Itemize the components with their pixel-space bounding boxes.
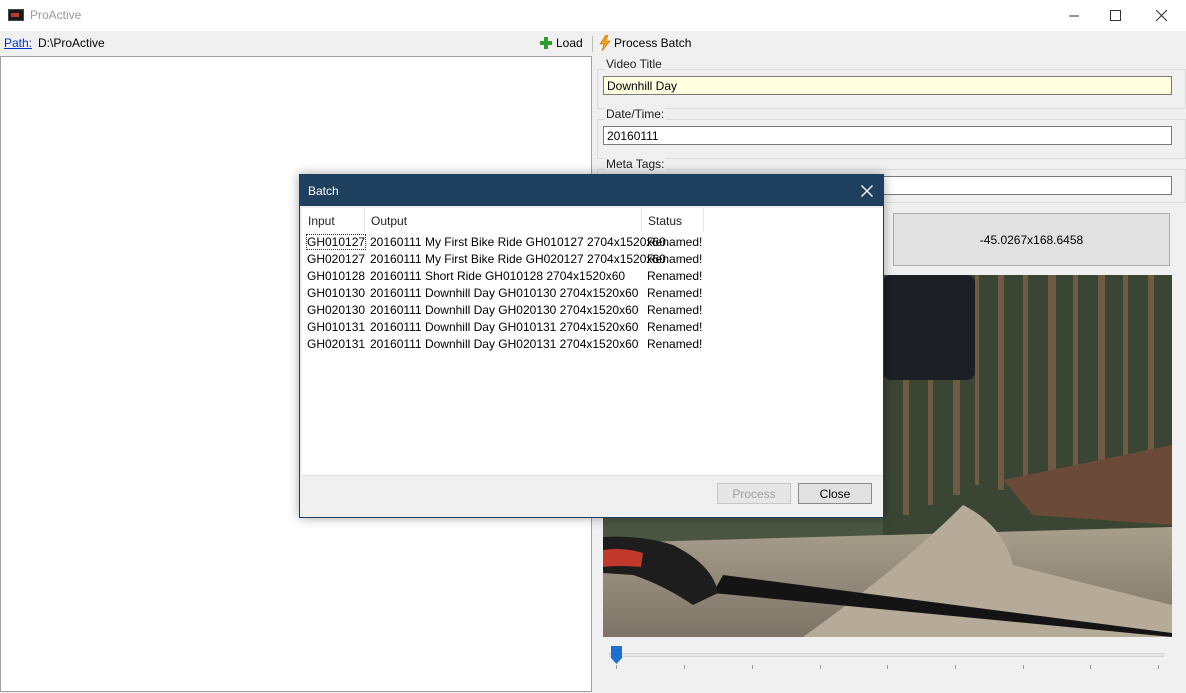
video-title-input[interactable]: Downhill Day bbox=[603, 76, 1172, 95]
column-input[interactable]: Input bbox=[302, 208, 365, 232]
cell-input: GH010130 bbox=[307, 286, 366, 300]
process-batch-label: Process Batch bbox=[614, 36, 692, 50]
timeline-tick bbox=[887, 665, 888, 669]
cell-status: Renamed! bbox=[647, 252, 703, 266]
list-header: Input Output Status bbox=[302, 208, 883, 232]
table-row[interactable]: GH020127 20160111 My First Bike Ride GH0… bbox=[302, 251, 883, 268]
cell-input: GH010128 bbox=[307, 269, 366, 283]
path-link[interactable]: Path: bbox=[4, 36, 32, 50]
datetime-label: Date/Time: bbox=[605, 107, 666, 121]
lightning-icon bbox=[599, 35, 611, 51]
dialog-title: Batch bbox=[308, 184, 339, 198]
cell-status: Renamed! bbox=[647, 320, 703, 334]
video-timeline-track[interactable] bbox=[609, 653, 1164, 657]
cell-input: GH020130 bbox=[307, 303, 366, 317]
batch-list[interactable]: Input Output Status GH010127 20160111 My… bbox=[302, 208, 883, 476]
table-row[interactable]: GH010131 20160111 Downhill Day GH010131 … bbox=[302, 319, 883, 336]
table-row[interactable]: GH010128 20160111 Short Ride GH010128 27… bbox=[302, 268, 883, 285]
cell-status: Renamed! bbox=[647, 286, 703, 300]
minimize-icon[interactable] bbox=[1051, 0, 1097, 31]
timeline-tick bbox=[752, 665, 753, 669]
load-button[interactable]: Load bbox=[539, 34, 583, 52]
table-row[interactable]: GH020130 20160111 Downhill Day GH020130 … bbox=[302, 302, 883, 319]
window-title: ProActive bbox=[30, 8, 82, 22]
cell-output: 20160111 Short Ride GH010128 2704x1520x6… bbox=[370, 269, 626, 283]
column-output[interactable]: Output bbox=[365, 208, 642, 232]
table-row[interactable]: GH010127 20160111 My First Bike Ride GH0… bbox=[302, 234, 883, 251]
timeline-tick bbox=[820, 665, 821, 669]
maximize-icon[interactable] bbox=[1092, 0, 1138, 31]
cell-output: 20160111 Downhill Day GH020130 2704x1520… bbox=[370, 303, 639, 317]
batch-dialog: Batch Input Output Status GH010127 20160… bbox=[299, 174, 884, 518]
timeline-tick bbox=[955, 665, 956, 669]
process-button[interactable]: Process bbox=[717, 483, 791, 504]
cell-output: 20160111 Downhill Day GH010130 2704x1520… bbox=[370, 286, 639, 300]
app-icon bbox=[8, 9, 24, 21]
cell-output: 20160111 Downhill Day GH020131 2704x1520… bbox=[370, 337, 639, 351]
column-status[interactable]: Status bbox=[642, 208, 704, 232]
timeline-tick bbox=[1090, 665, 1091, 669]
cell-status: Renamed! bbox=[647, 269, 703, 283]
dialog-titlebar: Batch bbox=[300, 175, 883, 206]
table-row[interactable]: GH010130 20160111 Downhill Day GH010130 … bbox=[302, 285, 883, 302]
datetime-input[interactable]: 20160111 bbox=[603, 126, 1172, 145]
timeline-tick bbox=[1158, 665, 1159, 669]
dialog-close-icon[interactable] bbox=[851, 175, 883, 206]
table-row[interactable]: GH020131 20160111 Downhill Day GH020131 … bbox=[302, 336, 883, 353]
coordinates-button[interactable]: -45.0267x168.6458 bbox=[893, 213, 1170, 266]
cell-input: GH020131 bbox=[307, 337, 366, 351]
cell-status: Renamed! bbox=[647, 235, 703, 249]
meta-tags-label: Meta Tags: bbox=[605, 157, 666, 171]
coordinates-value: -45.0267x168.6458 bbox=[979, 232, 1084, 247]
toolbar-separator bbox=[592, 36, 593, 52]
cell-input: GH010127 bbox=[305, 234, 367, 250]
window-titlebar: ProActive bbox=[0, 0, 1186, 31]
cell-status: Renamed! bbox=[647, 337, 703, 351]
load-label: Load bbox=[556, 36, 583, 50]
timeline-tick bbox=[684, 665, 685, 669]
cell-output: 20160111 My First Bike Ride GH010127 270… bbox=[370, 235, 666, 249]
timeline-thumb[interactable] bbox=[611, 646, 622, 664]
timeline-tick bbox=[1023, 665, 1024, 669]
cell-input: GH010131 bbox=[307, 320, 366, 334]
timeline-tick bbox=[616, 665, 617, 669]
cell-input: GH020127 bbox=[307, 252, 366, 266]
close-icon[interactable] bbox=[1138, 0, 1184, 31]
video-title-label: Video Title bbox=[605, 57, 663, 71]
plus-icon bbox=[539, 36, 553, 50]
cell-status: Renamed! bbox=[647, 303, 703, 317]
process-batch-button[interactable]: Process Batch bbox=[599, 34, 691, 52]
cell-output: 20160111 Downhill Day GH010131 2704x1520… bbox=[370, 320, 639, 334]
close-button[interactable]: Close bbox=[798, 483, 872, 504]
cell-output: 20160111 My First Bike Ride GH020127 270… bbox=[370, 252, 666, 266]
path-value: D:\ProActive bbox=[38, 36, 105, 50]
